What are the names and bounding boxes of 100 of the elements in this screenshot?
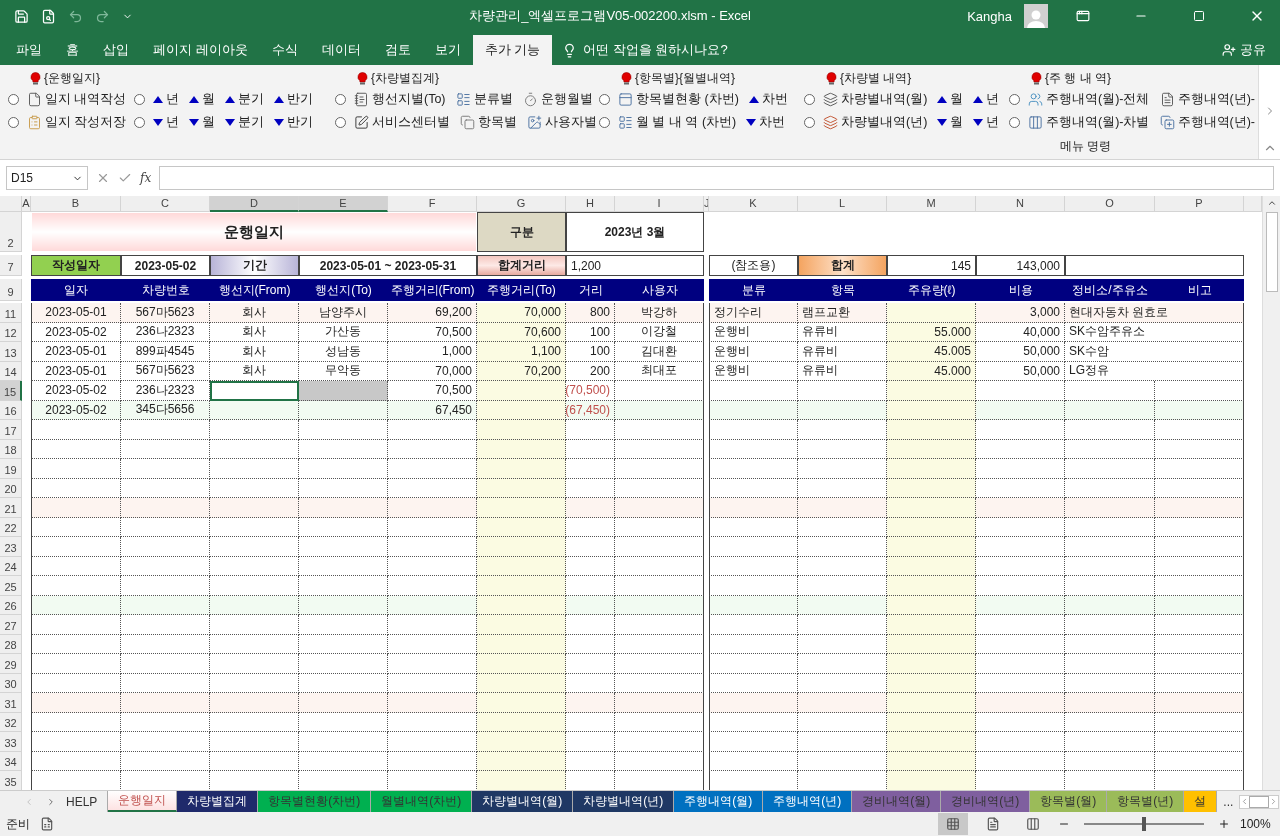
ribbon-button[interactable]: 주행내역(년)- [1157,112,1257,133]
zoom-thumb[interactable] [1142,817,1146,831]
print-preview-icon[interactable] [41,8,56,24]
column-header[interactable]: B [31,196,121,212]
next-sheet-icon[interactable] [46,796,56,807]
horizontal-scrollbar[interactable] [1239,794,1280,809]
row-header[interactable]: 22 [0,517,22,537]
row-header[interactable]: 23 [0,537,22,557]
column-header[interactable]: H [566,196,615,212]
row-header[interactable]: 25 [0,576,22,596]
ribbon-button[interactable]: 월 별 내 역 (차번) [616,112,739,133]
sheet-tab[interactable]: 주행내역(년) [763,791,853,812]
column-header[interactable]: G [477,196,566,212]
ribbon-tab[interactable]: 삽입 [91,35,141,65]
row-header[interactable]: 14 [0,361,22,381]
save-icon[interactable] [14,8,29,24]
column-header[interactable]: I [615,196,704,212]
redo-icon[interactable] [95,8,110,24]
column-header[interactable]: F [388,196,477,212]
name-box[interactable]: D15 [6,166,88,190]
radio-button[interactable] [599,117,610,128]
formula-field[interactable] [159,166,1274,190]
zoom-in-icon[interactable] [1218,818,1230,830]
row-header[interactable]: 12 [0,322,22,342]
ribbon-button[interactable]: 일지 내역작성 [25,89,129,110]
ribbon-tab[interactable]: 페이지 레이아웃 [141,35,260,65]
ribbon-tab[interactable]: 수식 [259,35,310,65]
radio-button[interactable] [1009,117,1020,128]
radio-button[interactable] [8,94,19,105]
ribbon-tab[interactable]: 추가 기능 [472,35,553,65]
sheet-tab[interactable]: 월별내역(차번) [371,791,473,812]
ribbon-button[interactable]: 분류별 [453,89,515,110]
row-header[interactable]: 7 [0,255,22,276]
active-cell[interactable] [210,381,299,401]
ribbon-button[interactable]: 년 [151,89,182,110]
row-header[interactable]: 11 [0,303,22,323]
ribbon-button[interactable]: 주행내역(월)-전체 [1026,89,1152,110]
ribbon-button[interactable]: 년 [971,89,1002,110]
ribbon-button[interactable]: 차량별내역(월) [821,89,930,110]
row-header[interactable]: 30 [0,673,22,693]
ribbon-button[interactable]: 년 [151,112,182,133]
column-header[interactable]: P [1155,196,1244,212]
row-header[interactable]: 27 [0,615,22,635]
ribbon-button[interactable]: 분기 [223,112,267,133]
ribbon-button[interactable]: 차량별내역(년) [821,112,930,133]
row-header[interactable]: 13 [0,342,22,362]
ribbon-tab[interactable]: 데이터 [309,35,373,65]
ribbon-button[interactable]: 항목별 [458,112,519,133]
share-button[interactable]: 공유 [1216,35,1272,65]
ribbon-button[interactable]: 주행내역(년)- [1157,89,1257,110]
ribbon-button[interactable]: 분기 [223,89,267,110]
ribbon-button[interactable]: 년 [971,112,1002,133]
sheet-tab[interactable]: 항목별현황(차번) [258,791,372,812]
ribbon-button[interactable]: 운행월별 [520,89,595,110]
sheet-tab[interactable]: 항목별(년) [1107,791,1185,812]
ribbon-button[interactable]: 행선지별(To) [352,89,448,110]
ribbon-button[interactable]: 사용자별 [525,112,599,133]
ribbon-button[interactable]: 차번 [744,112,788,133]
row-header[interactable]: 17 [0,420,22,440]
ribbon-button[interactable]: 월 [187,112,218,133]
ribbon-tab[interactable]: 보기 [422,35,473,65]
ribbon-button[interactable]: 차번 [746,89,790,110]
sheet-tab[interactable]: 주행내역(월) [674,791,764,812]
radio-button[interactable] [134,117,146,128]
macro-record-icon[interactable] [40,817,54,831]
ribbon-button[interactable]: 주행내역(월)-차별 [1026,112,1152,133]
row-header[interactable]: 33 [0,732,22,752]
column-header[interactable]: K [709,196,798,212]
enter-icon[interactable] [118,171,132,185]
row-header[interactable]: 15 [0,381,22,401]
column-header[interactable]: D [210,196,299,212]
row-header[interactable]: 19 [0,459,22,479]
row-header[interactable]: 34 [0,751,22,771]
scroll-thumb[interactable] [1249,795,1270,808]
row-header[interactable]: 24 [0,556,22,576]
ribbon-button[interactable]: 항목별현황 (차번) [616,89,741,110]
sheet-tab[interactable]: 차량별집계 [177,791,259,812]
column-header[interactable]: N [976,196,1065,212]
row-header[interactable]: 29 [0,654,22,674]
row-header[interactable]: 35 [0,771,22,790]
insert-function-button[interactable]: fx [140,171,152,185]
row-header[interactable]: 18 [0,439,22,459]
more-sheets-button[interactable]: ... [1217,794,1240,809]
ribbon-button[interactable]: 월 [935,89,966,110]
tell-me-field[interactable]: 어떤 작업을 원하시나요? [583,41,728,59]
row-header[interactable]: 16 [0,400,22,420]
sheet-tab[interactable]: 운행일지 [108,791,178,812]
row-header[interactable]: 32 [0,712,22,732]
radio-button[interactable] [1009,94,1020,105]
ribbon-button[interactable]: 일지 작성저장 [25,112,129,133]
cancel-icon[interactable] [96,171,110,185]
ribbon-tab[interactable]: 검토 [372,35,423,65]
sheet-tab[interactable]: 차량별내역(월) [472,791,574,812]
sheet-tab[interactable]: 차량별내역(년) [573,791,675,812]
row-header[interactable]: 20 [0,478,22,498]
ribbon-button[interactable]: 서비스센터별 [352,112,452,133]
radio-button[interactable] [335,117,346,128]
column-header[interactable]: E [299,196,388,212]
row-header[interactable]: 2 [0,212,22,252]
undo-icon[interactable] [68,8,83,24]
